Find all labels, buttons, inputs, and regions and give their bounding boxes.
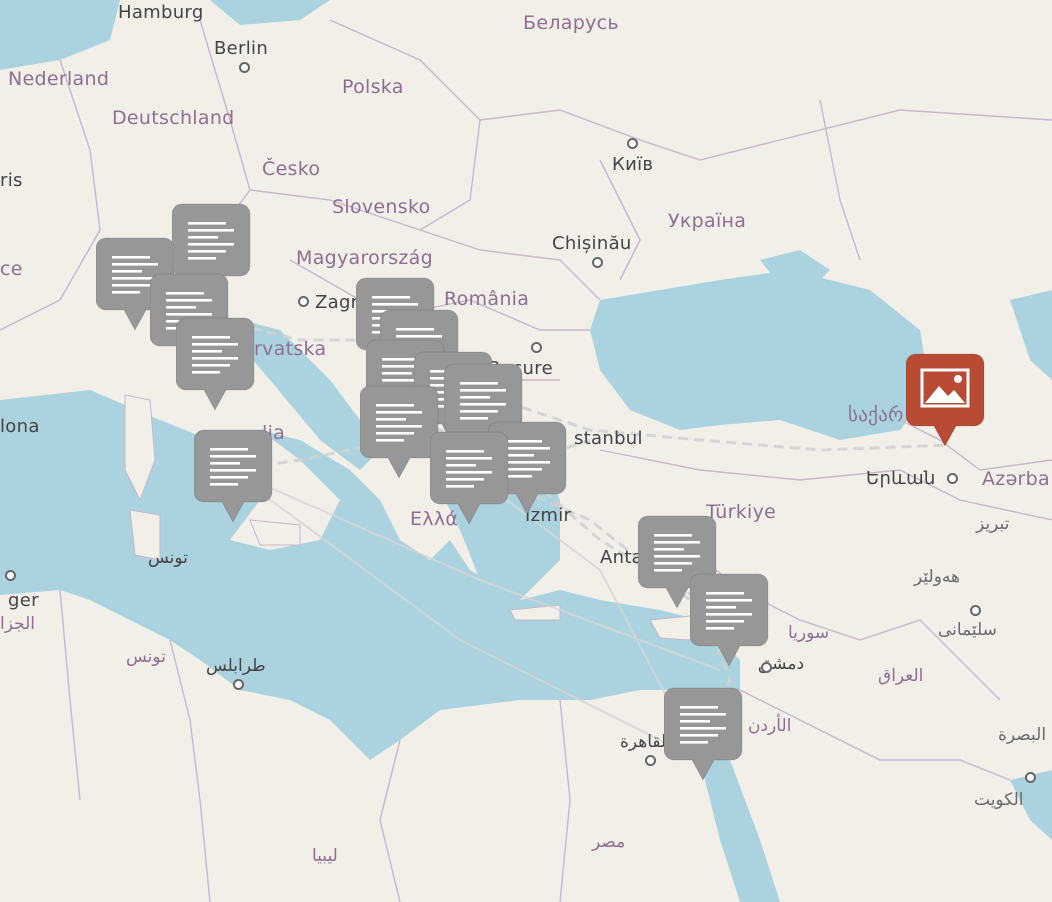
- text-note-marker[interactable]: [176, 316, 256, 412]
- map-label: Україна: [668, 210, 747, 232]
- map-label: Nederland: [8, 68, 110, 90]
- city-dot: [531, 342, 542, 353]
- map-label: هەولێر: [914, 567, 960, 587]
- text-note-marker[interactable]: [430, 430, 510, 526]
- map-label: Slovensko: [332, 196, 431, 218]
- map-label: Hamburg: [118, 2, 204, 23]
- map-label: Chișinău: [552, 233, 632, 254]
- map-label: Anta: [600, 547, 644, 568]
- map-label: Polska: [342, 76, 404, 98]
- map-label: الجزا: [0, 614, 35, 634]
- map-label: تونس: [148, 548, 188, 568]
- city-dot: [233, 679, 244, 690]
- image-marker[interactable]: [906, 352, 986, 448]
- map-label: Երևան: [866, 468, 936, 489]
- text-note-marker[interactable]: [690, 572, 770, 668]
- map-label: سلێمانی: [938, 620, 997, 640]
- city-dot: [947, 473, 958, 484]
- map-label: طرابلس: [206, 656, 266, 676]
- map-label: Deutschland: [112, 107, 235, 129]
- city-dot: [239, 62, 250, 73]
- map-label: rvatska: [254, 338, 327, 360]
- city-dot: [627, 138, 638, 149]
- map-label: Київ: [612, 154, 654, 175]
- city-dot: [298, 296, 309, 307]
- city-dot: [1025, 772, 1036, 783]
- map-label: سوريا: [788, 623, 830, 643]
- city-dot: [5, 570, 16, 581]
- map-label: تبريز: [976, 514, 1010, 534]
- map-label: საქარ: [848, 404, 904, 426]
- map-label: Magyarország: [296, 247, 433, 269]
- map-label: ليبيا: [312, 846, 338, 866]
- map-label: stanbul: [574, 428, 643, 449]
- map-label: الأردن: [748, 716, 792, 736]
- map-label: الكويت: [974, 790, 1024, 810]
- map-label: România: [444, 288, 530, 310]
- map-label: Azərba: [982, 468, 1050, 490]
- map-label: Česko: [262, 158, 321, 180]
- map-label: البصرة: [998, 725, 1047, 745]
- map-label: ris: [0, 170, 23, 191]
- map-label: ger: [8, 590, 39, 611]
- map-label: Zagr: [315, 292, 359, 313]
- text-note-marker[interactable]: [194, 428, 274, 524]
- map-label: تونس: [126, 647, 166, 667]
- map-label: ce: [0, 258, 23, 280]
- text-note-marker[interactable]: [360, 384, 440, 480]
- city-dot: [592, 257, 603, 268]
- map-label: Беларусь: [523, 12, 619, 34]
- map-label: العراق: [878, 666, 924, 686]
- city-dot: [645, 755, 656, 766]
- map-label: Berlin: [214, 38, 269, 59]
- city-dot: [970, 605, 981, 616]
- map-label: lona: [0, 416, 40, 437]
- text-note-marker[interactable]: [664, 686, 744, 782]
- map-view[interactable]: Hamburg Berlin Nederland Deutschland Polska Б…: [0, 0, 1052, 902]
- map-label: مصر: [592, 832, 626, 852]
